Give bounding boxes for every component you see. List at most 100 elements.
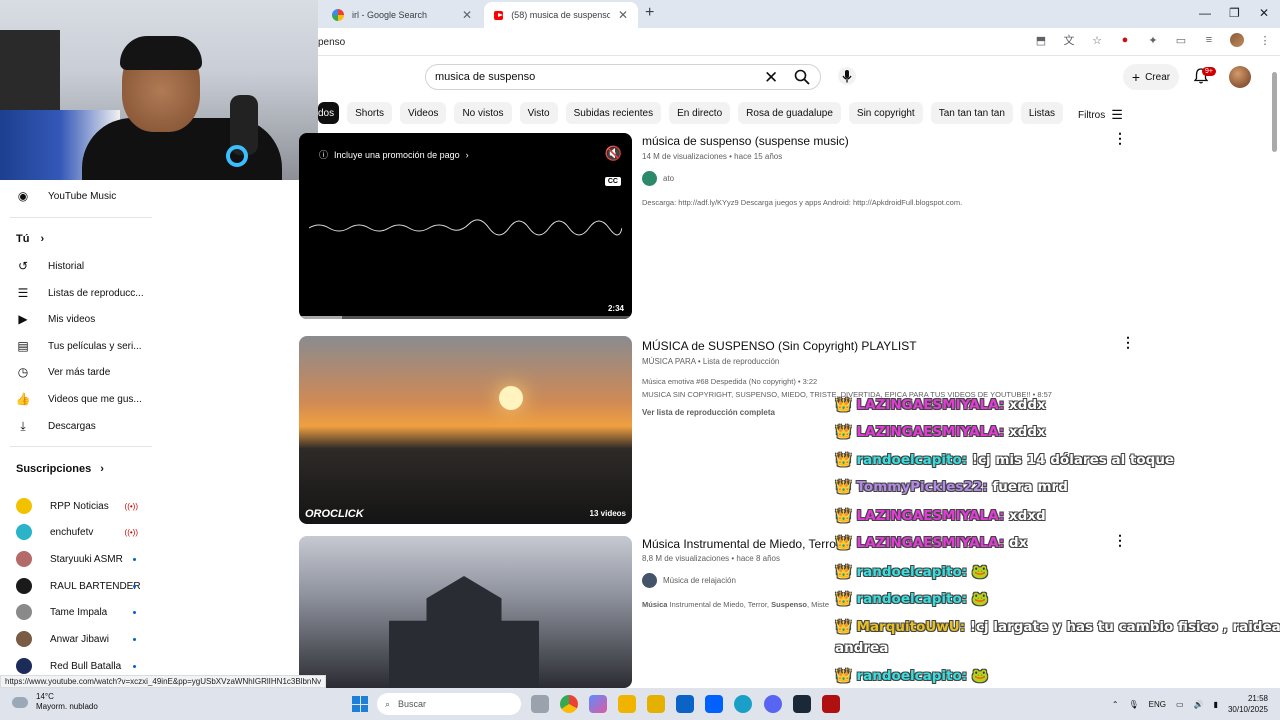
account-avatar[interactable] [1229,66,1251,88]
sidebar-item-playlists[interactable]: ☰ Listas de reproducc... [16,283,156,303]
sidebar-subscription[interactable]: enchufetv ((•)) [16,522,156,542]
chip-playlists[interactable]: Listas [1020,102,1064,124]
chip-recent[interactable]: Subidas recientes [565,102,662,124]
filters-button[interactable]: Filtros ☰ [1078,107,1123,123]
close-tab-icon[interactable]: ✕ [462,8,472,22]
chip-unwatched[interactable]: No vistos [454,102,512,124]
sidebar-item-liked[interactable]: 👍 Videos que me gus... [16,389,156,409]
network-icon[interactable]: ▭ [1176,700,1184,709]
battery-icon[interactable]: ▮ [1214,700,1218,709]
chip-videos[interactable]: Videos [400,102,447,124]
sidebar-subscription[interactable]: Staryuuki ASMR [16,549,156,569]
page-scrollbar[interactable] [1271,60,1279,688]
video-title[interactable]: Música Instrumental de Miedo, Terror [642,537,840,551]
sidebar-subscription[interactable]: Red Bull Batalla [16,656,156,676]
chat-text: andrea [835,640,889,656]
paid-promotion[interactable]: ⓘ Incluye una promoción de pago › [319,148,469,161]
opera-icon[interactable]: ● [1118,33,1132,47]
task-view-icon[interactable] [531,695,549,713]
video-thumbnail[interactable]: ⓘ Incluye una promoción de pago › 🔇 CC 2… [299,133,632,319]
chip-tan[interactable]: Tan tan tan tan [930,102,1013,124]
scroll-thumb[interactable] [1272,72,1277,152]
sidebar-item-my-videos[interactable]: ▶ Mis videos [16,309,156,329]
view-full-playlist[interactable]: Ver lista de reproducción completa [642,408,775,417]
tab-youtube[interactable]: (58) musica de suspenso - YouT ✕ [484,2,638,28]
sidebar-subscription[interactable]: RAUL BARTENDER [16,576,156,596]
sidebar-subscription[interactable]: Tame Impala [16,602,156,622]
minimize-icon[interactable]: — [1199,6,1211,20]
translate-icon[interactable]: 文 [1062,33,1076,47]
channel-link[interactable]: Música de relajación [642,573,736,588]
search-value[interactable]: musica de suspenso [435,71,535,83]
more-options-icon[interactable]: ⋮ [1121,334,1135,351]
restore-icon[interactable]: ❐ [1229,6,1240,20]
sidebar-item-downloads[interactable]: ⤓ Descargas [16,416,156,436]
media-icon[interactable]: ≡ [1202,33,1216,47]
profile-icon[interactable] [1230,33,1244,47]
more-options-icon[interactable]: ⋮ [1113,532,1127,549]
channel-link[interactable]: ato [642,171,674,186]
close-window-icon[interactable]: ✕ [1259,6,1269,20]
dropbox-icon[interactable] [705,695,723,713]
store-icon[interactable] [647,695,665,713]
search-input[interactable]: musica de suspenso ✕ [425,64,821,90]
cast-icon[interactable]: ▭ [1174,33,1188,47]
weather-widget[interactable]: 14°C Mayorm. nublado [12,692,98,712]
close-tab-icon[interactable]: ✕ [618,8,628,22]
playlist-title[interactable]: MÚSICA de SUSPENSO (Sin Copyright) PLAYL… [642,339,917,353]
create-button[interactable]: + Crear [1123,64,1179,90]
chip-rosa[interactable]: Rosa de guadalupe [738,102,841,124]
obs-icon[interactable] [822,695,840,713]
sidebar-item-movies[interactable]: ▤ Tus películas y seri... [16,336,156,356]
channel-avatar[interactable] [642,171,657,186]
chevron-up-icon[interactable]: ⌃ [1112,700,1119,709]
clear-search-icon[interactable]: ✕ [764,68,778,88]
sidebar-item-watch-later[interactable]: ◷ Ver más tarde [16,362,156,382]
more-options-icon[interactable]: ⋮ [1113,130,1127,147]
extensions-icon[interactable]: ✦ [1146,33,1160,47]
captions-icon[interactable]: CC [604,177,621,186]
new-tab-icon[interactable]: + [645,4,654,22]
chrome-icon[interactable] [560,695,578,713]
film-icon: ▤ [17,339,29,353]
copilot-icon[interactable] [589,695,607,713]
video-title[interactable]: música de suspenso (suspense music) [642,134,849,148]
menu-icon[interactable]: ⋮ [1258,33,1272,47]
outlook-icon[interactable] [676,695,694,713]
sidebar-subscription[interactable]: RPP Noticias ((•)) [16,496,156,516]
sidebar-item-youtube-music[interactable]: ◉ YouTube Music [16,186,156,206]
discord-icon[interactable] [764,695,782,713]
edge-icon[interactable] [734,695,752,713]
tab-google[interactable]: irl - Google Search ✕ [322,2,482,28]
chip-live[interactable]: En directo [669,102,731,124]
subscriptions-header[interactable]: Suscripciones › [16,463,104,475]
windows-start-icon[interactable] [352,696,368,712]
video-thumbnail[interactable] [299,536,632,688]
mute-icon[interactable]: 🔇 [605,145,622,162]
sidebar-subscription[interactable]: Anwar Jibawi [16,629,156,649]
chat-badge-icon: 👑 [835,564,857,580]
mic-tray-icon[interactable]: 🎙 [1129,700,1139,709]
channel-avatar[interactable] [642,573,657,588]
url-text[interactable]: penso [318,37,345,48]
playlist-item[interactable]: Música emotiva #68 Despedida (No copyrig… [642,377,817,386]
taskbar-search[interactable]: ⌕ Buscar [377,693,521,715]
you-header[interactable]: Tú › [16,233,44,245]
chip-shorts[interactable]: Shorts [347,102,393,124]
channel-name[interactable]: ato [663,174,674,183]
channel-name[interactable]: Música de relajación [663,576,736,585]
sidebar-item-history[interactable]: ↺ Historial [16,256,156,276]
language[interactable]: ENG [1149,700,1166,709]
install-icon[interactable]: ⬒ [1034,33,1048,47]
search-icon[interactable] [794,69,810,85]
microphone-icon[interactable] [838,67,856,85]
steam-icon[interactable] [793,695,811,713]
chip-no-copyright[interactable]: Sin copyright [848,102,923,124]
star-icon[interactable]: ☆ [1090,33,1104,47]
playlist-thumbnail[interactable]: OROCLICK 13 videos [299,336,632,524]
file-explorer-icon[interactable] [618,695,636,713]
clock[interactable]: 21:58 30/10/2025 [1228,693,1268,715]
volume-icon[interactable]: 🔊 [1194,700,1204,709]
chip-watched[interactable]: Visto [519,102,558,124]
chip-all[interactable]: dos [318,102,340,124]
